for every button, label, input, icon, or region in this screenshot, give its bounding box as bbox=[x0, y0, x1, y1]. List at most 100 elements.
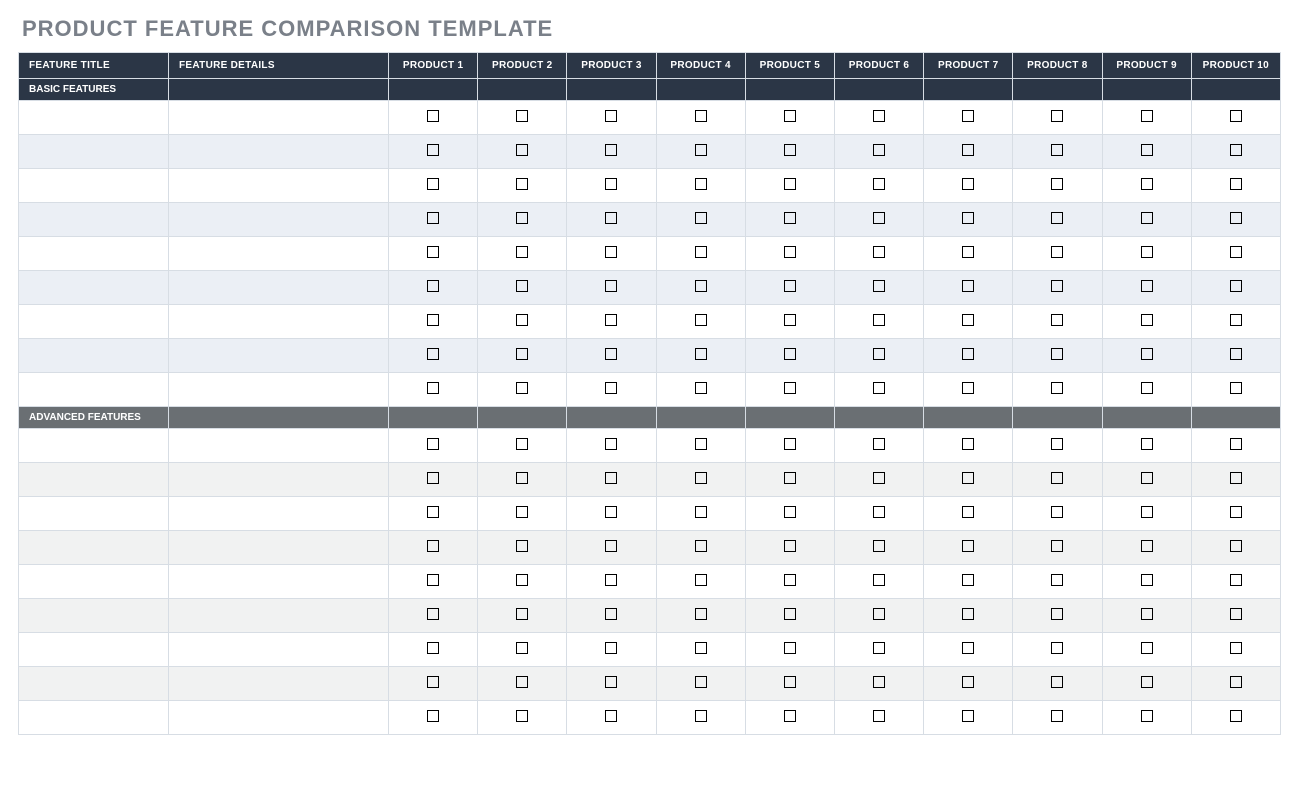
feature-details-cell[interactable] bbox=[169, 169, 389, 203]
checkbox-icon[interactable] bbox=[605, 438, 617, 450]
feature-title-cell[interactable] bbox=[19, 271, 169, 305]
checkbox-icon[interactable] bbox=[695, 506, 707, 518]
checkbox-icon[interactable] bbox=[1051, 314, 1063, 326]
checkbox-icon[interactable] bbox=[427, 212, 439, 224]
checkbox-icon[interactable] bbox=[695, 348, 707, 360]
feature-details-cell[interactable] bbox=[169, 339, 389, 373]
checkbox-icon[interactable] bbox=[962, 348, 974, 360]
checkbox-icon[interactable] bbox=[1141, 280, 1153, 292]
checkbox-icon[interactable] bbox=[427, 574, 439, 586]
checkbox-icon[interactable] bbox=[1141, 506, 1153, 518]
checkbox-icon[interactable] bbox=[873, 212, 885, 224]
checkbox-icon[interactable] bbox=[873, 246, 885, 258]
checkbox-icon[interactable] bbox=[427, 506, 439, 518]
feature-title-cell[interactable] bbox=[19, 339, 169, 373]
checkbox-icon[interactable] bbox=[962, 574, 974, 586]
feature-title-cell[interactable] bbox=[19, 667, 169, 701]
checkbox-icon[interactable] bbox=[1141, 438, 1153, 450]
checkbox-icon[interactable] bbox=[1051, 246, 1063, 258]
feature-title-cell[interactable] bbox=[19, 701, 169, 735]
checkbox-icon[interactable] bbox=[962, 506, 974, 518]
feature-details-cell[interactable] bbox=[169, 667, 389, 701]
checkbox-icon[interactable] bbox=[695, 642, 707, 654]
feature-details-cell[interactable] bbox=[169, 373, 389, 407]
checkbox-icon[interactable] bbox=[516, 348, 528, 360]
checkbox-icon[interactable] bbox=[1141, 110, 1153, 122]
feature-title-cell[interactable] bbox=[19, 531, 169, 565]
checkbox-icon[interactable] bbox=[605, 382, 617, 394]
checkbox-icon[interactable] bbox=[784, 144, 796, 156]
checkbox-icon[interactable] bbox=[427, 314, 439, 326]
checkbox-icon[interactable] bbox=[784, 608, 796, 620]
feature-title-cell[interactable] bbox=[19, 429, 169, 463]
checkbox-icon[interactable] bbox=[695, 110, 707, 122]
checkbox-icon[interactable] bbox=[1051, 472, 1063, 484]
checkbox-icon[interactable] bbox=[1051, 574, 1063, 586]
checkbox-icon[interactable] bbox=[784, 382, 796, 394]
checkbox-icon[interactable] bbox=[784, 280, 796, 292]
checkbox-icon[interactable] bbox=[1051, 608, 1063, 620]
checkbox-icon[interactable] bbox=[427, 178, 439, 190]
feature-title-cell[interactable] bbox=[19, 565, 169, 599]
checkbox-icon[interactable] bbox=[873, 144, 885, 156]
checkbox-icon[interactable] bbox=[784, 246, 796, 258]
checkbox-icon[interactable] bbox=[1051, 382, 1063, 394]
checkbox-icon[interactable] bbox=[695, 144, 707, 156]
checkbox-icon[interactable] bbox=[1051, 110, 1063, 122]
checkbox-icon[interactable] bbox=[784, 574, 796, 586]
checkbox-icon[interactable] bbox=[1141, 178, 1153, 190]
checkbox-icon[interactable] bbox=[427, 608, 439, 620]
checkbox-icon[interactable] bbox=[1051, 178, 1063, 190]
checkbox-icon[interactable] bbox=[1230, 642, 1242, 654]
checkbox-icon[interactable] bbox=[962, 642, 974, 654]
feature-title-cell[interactable] bbox=[19, 237, 169, 271]
checkbox-icon[interactable] bbox=[1051, 144, 1063, 156]
checkbox-icon[interactable] bbox=[695, 472, 707, 484]
checkbox-icon[interactable] bbox=[695, 438, 707, 450]
checkbox-icon[interactable] bbox=[605, 144, 617, 156]
checkbox-icon[interactable] bbox=[516, 314, 528, 326]
checkbox-icon[interactable] bbox=[605, 540, 617, 552]
checkbox-icon[interactable] bbox=[516, 676, 528, 688]
checkbox-icon[interactable] bbox=[1141, 540, 1153, 552]
checkbox-icon[interactable] bbox=[784, 642, 796, 654]
feature-title-cell[interactable] bbox=[19, 101, 169, 135]
checkbox-icon[interactable] bbox=[1141, 348, 1153, 360]
checkbox-icon[interactable] bbox=[1141, 212, 1153, 224]
checkbox-icon[interactable] bbox=[605, 212, 617, 224]
checkbox-icon[interactable] bbox=[427, 280, 439, 292]
checkbox-icon[interactable] bbox=[695, 246, 707, 258]
checkbox-icon[interactable] bbox=[962, 110, 974, 122]
checkbox-icon[interactable] bbox=[784, 212, 796, 224]
checkbox-icon[interactable] bbox=[516, 710, 528, 722]
checkbox-icon[interactable] bbox=[1230, 506, 1242, 518]
checkbox-icon[interactable] bbox=[427, 382, 439, 394]
checkbox-icon[interactable] bbox=[873, 710, 885, 722]
checkbox-icon[interactable] bbox=[1051, 280, 1063, 292]
checkbox-icon[interactable] bbox=[516, 540, 528, 552]
checkbox-icon[interactable] bbox=[516, 608, 528, 620]
checkbox-icon[interactable] bbox=[962, 144, 974, 156]
checkbox-icon[interactable] bbox=[1051, 540, 1063, 552]
checkbox-icon[interactable] bbox=[427, 540, 439, 552]
feature-title-cell[interactable] bbox=[19, 203, 169, 237]
checkbox-icon[interactable] bbox=[962, 382, 974, 394]
checkbox-icon[interactable] bbox=[1051, 506, 1063, 518]
checkbox-icon[interactable] bbox=[784, 472, 796, 484]
checkbox-icon[interactable] bbox=[873, 574, 885, 586]
checkbox-icon[interactable] bbox=[1141, 608, 1153, 620]
feature-details-cell[interactable] bbox=[169, 463, 389, 497]
checkbox-icon[interactable] bbox=[784, 438, 796, 450]
checkbox-icon[interactable] bbox=[1230, 574, 1242, 586]
checkbox-icon[interactable] bbox=[1230, 608, 1242, 620]
checkbox-icon[interactable] bbox=[1230, 472, 1242, 484]
feature-title-cell[interactable] bbox=[19, 169, 169, 203]
checkbox-icon[interactable] bbox=[516, 212, 528, 224]
checkbox-icon[interactable] bbox=[427, 110, 439, 122]
checkbox-icon[interactable] bbox=[1230, 438, 1242, 450]
checkbox-icon[interactable] bbox=[695, 178, 707, 190]
checkbox-icon[interactable] bbox=[962, 246, 974, 258]
checkbox-icon[interactable] bbox=[1230, 280, 1242, 292]
checkbox-icon[interactable] bbox=[1230, 246, 1242, 258]
checkbox-icon[interactable] bbox=[427, 710, 439, 722]
